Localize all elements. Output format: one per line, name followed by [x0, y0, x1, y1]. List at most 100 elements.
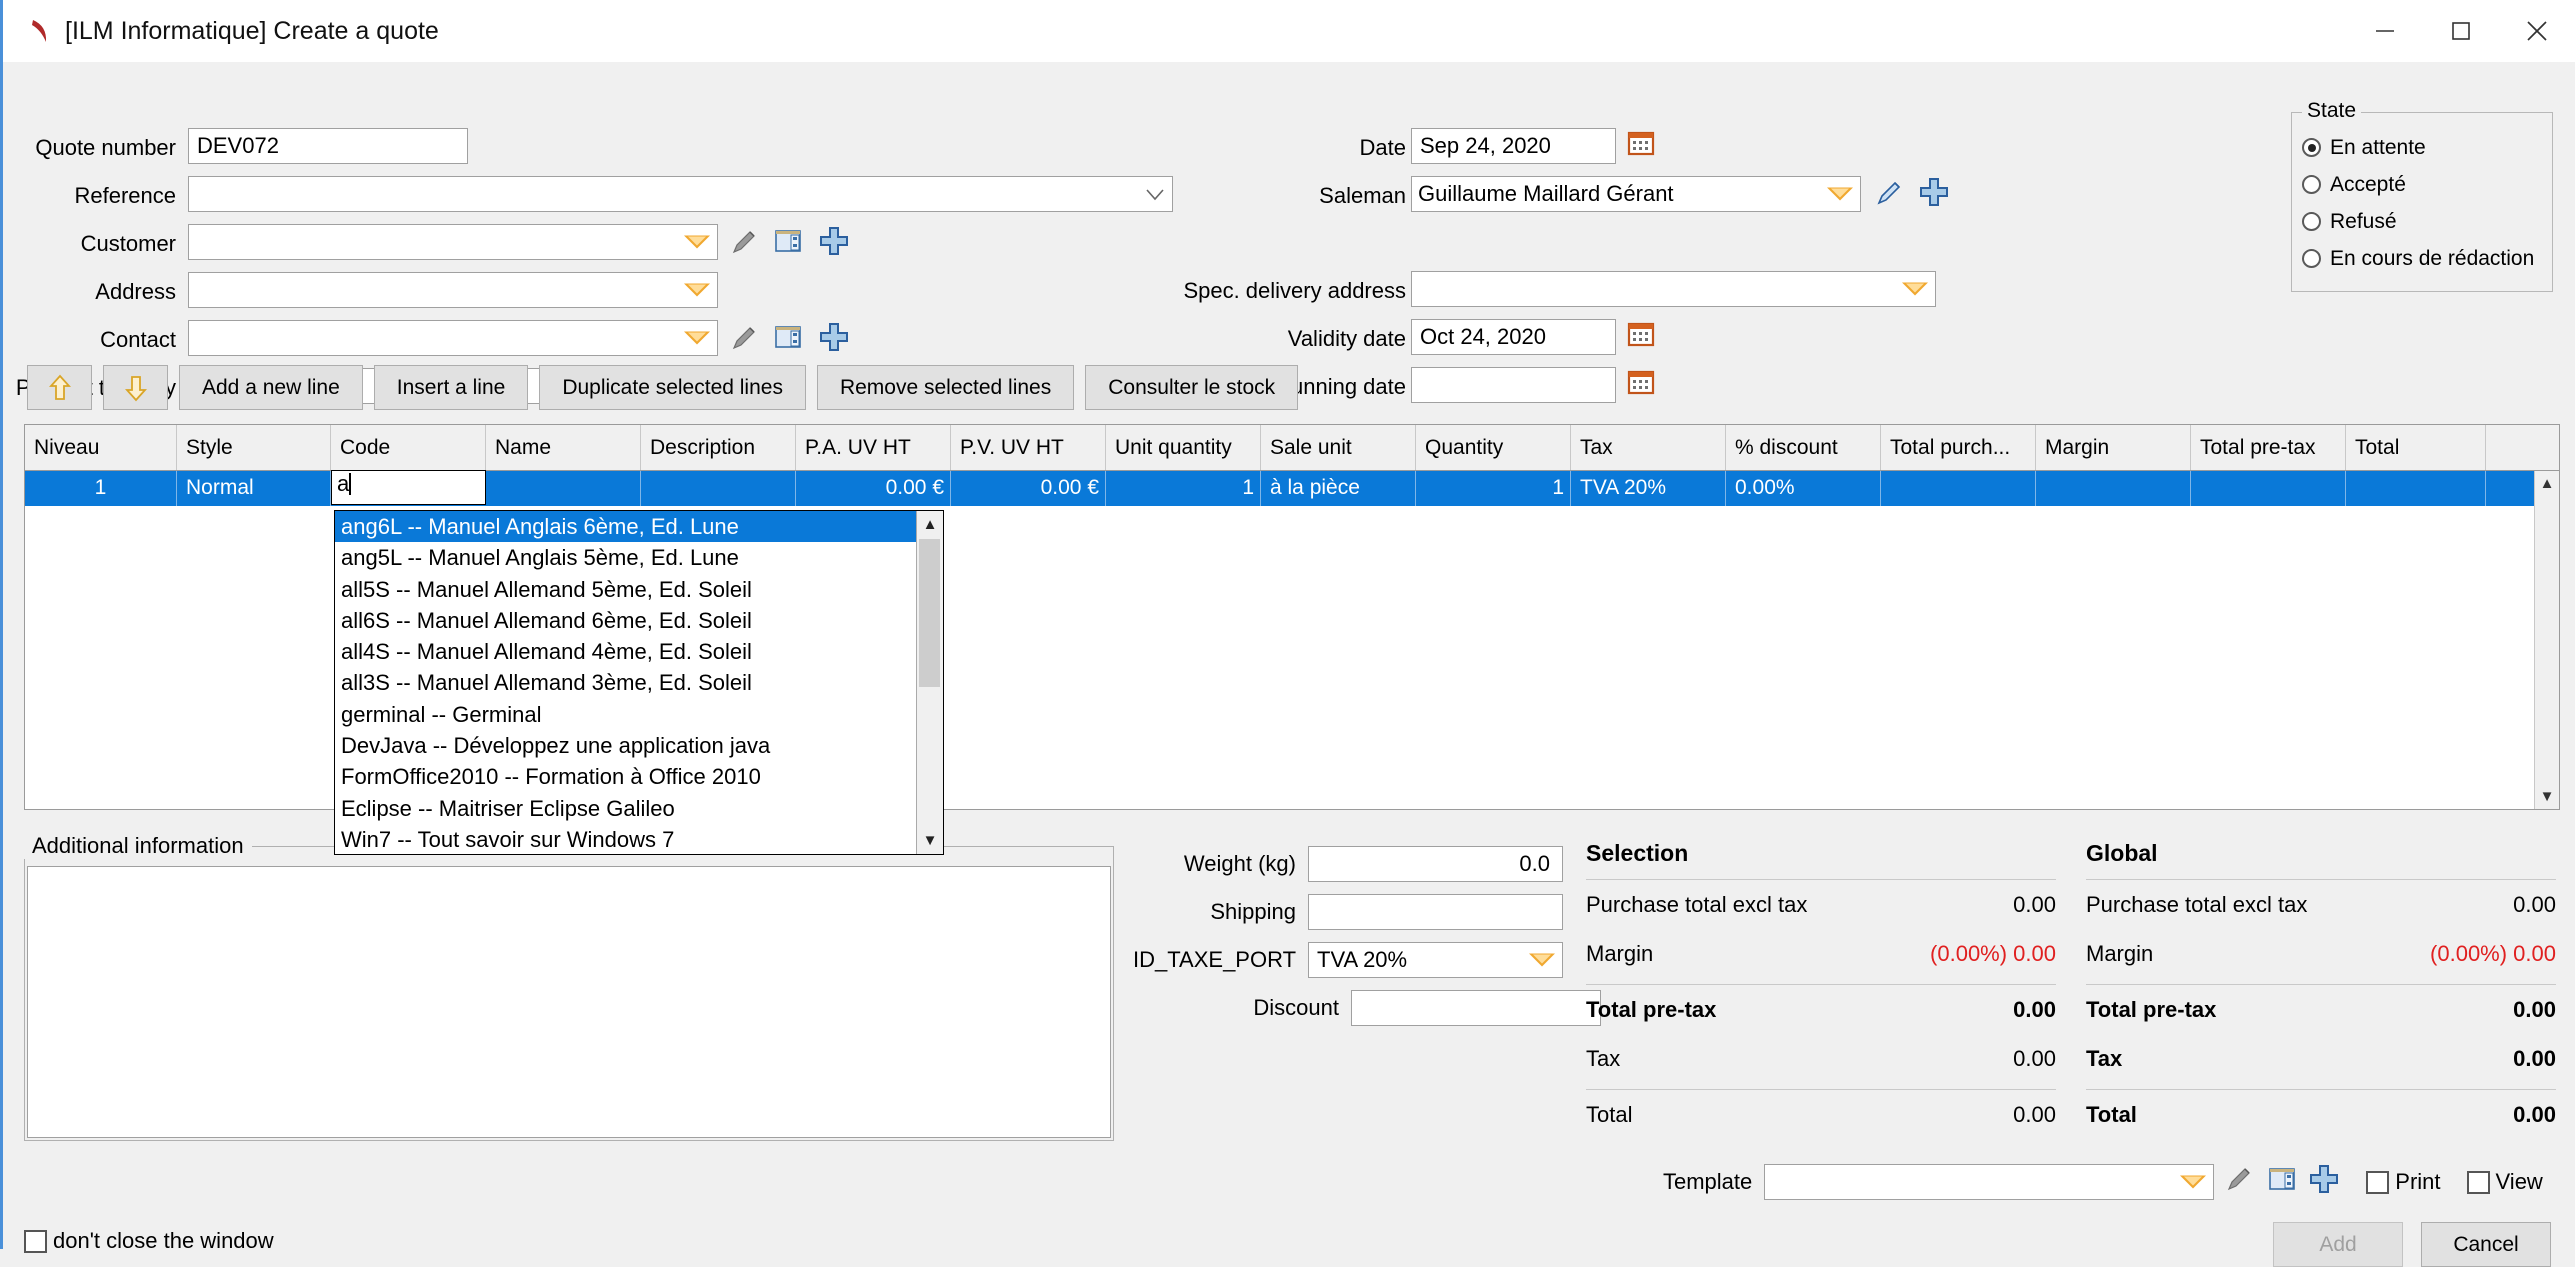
id-taxe-port-input[interactable]: TVA 20%	[1308, 942, 1563, 978]
saleman-edit-pencil-icon[interactable]	[1874, 178, 1904, 214]
customer-add-plus-icon[interactable]	[818, 225, 850, 263]
address-input[interactable]	[188, 272, 718, 308]
saleman-input[interactable]: Guillaume Maillard Gérant	[1411, 176, 1861, 212]
cell-pv-uv-ht[interactable]: 0.00 €	[951, 471, 1106, 506]
weight-input[interactable]: 0.0	[1308, 846, 1563, 882]
spec-delivery-address-input[interactable]	[1411, 271, 1936, 307]
cell-unit-quantity[interactable]: 1	[1106, 471, 1261, 506]
list-item[interactable]: Win7 -- Tout savoir sur Windows 7	[335, 824, 943, 854]
cell-total-pretax[interactable]	[2191, 471, 2346, 506]
contact-edit-pencil-icon[interactable]	[729, 323, 759, 359]
code-autocomplete-dropdown[interactable]: ang6L -- Manuel Anglais 6ème, Ed. Lune a…	[334, 510, 944, 855]
add-a-new-line-button[interactable]: Add a new line	[179, 365, 363, 410]
list-item[interactable]: all5S -- Manuel Allemand 5ème, Ed. Solei…	[335, 574, 943, 605]
date-input[interactable]: Sep 24, 2020	[1411, 128, 1616, 164]
additional-information-textarea[interactable]	[27, 866, 1111, 1138]
chevron-down-icon[interactable]	[1146, 189, 1164, 201]
contact-add-plus-icon[interactable]	[818, 321, 850, 359]
customer-detail-card-icon[interactable]	[774, 227, 802, 261]
dropdown-scrollbar[interactable]: ▲ ▼	[916, 511, 943, 854]
cell-sale-unit[interactable]: à la pièce	[1261, 471, 1416, 506]
cell-description[interactable]	[641, 471, 796, 506]
radio-icon[interactable]	[2302, 212, 2321, 231]
dunning-date-input[interactable]	[1411, 367, 1616, 403]
cell-style[interactable]: Normal	[177, 471, 331, 506]
cell-pa-uv-ht[interactable]: 0.00 €	[796, 471, 951, 506]
scroll-down-icon[interactable]: ▼	[917, 827, 943, 854]
state-option-accepte[interactable]: Accepté	[2302, 166, 2552, 203]
grid-col-total-purchase[interactable]: Total purch...	[1881, 425, 2036, 470]
print-checkbox[interactable]: Print	[2366, 1169, 2441, 1195]
cancel-button[interactable]: Cancel	[2421, 1222, 2551, 1267]
validity-date-input[interactable]: Oct 24, 2020	[1411, 319, 1616, 355]
contact-detail-card-icon[interactable]	[774, 323, 802, 357]
table-row[interactable]: 1 Normal a 0.00 € 0.00 € 1 à la pièce 1 …	[25, 470, 2559, 506]
list-item[interactable]: ang6L -- Manuel Anglais 6ème, Ed. Lune	[335, 511, 943, 543]
duplicate-selected-lines-button[interactable]: Duplicate selected lines	[539, 365, 806, 410]
grid-col-pa-uv-ht[interactable]: P.A. UV HT	[796, 425, 951, 470]
maximize-icon[interactable]	[2423, 0, 2499, 62]
checkbox-icon[interactable]	[2466, 1170, 2490, 1194]
customer-edit-pencil-icon[interactable]	[729, 227, 759, 263]
date-calendar-icon[interactable]	[1626, 128, 1656, 164]
scroll-up-icon[interactable]: ▲	[917, 511, 943, 538]
list-item[interactable]: ang5L -- Manuel Anglais 5ème, Ed. Lune	[335, 542, 943, 573]
grid-col-quantity[interactable]: Quantity	[1416, 425, 1571, 470]
consulter-le-stock-button[interactable]: Consulter le stock	[1085, 365, 1299, 410]
dunning-date-calendar-icon[interactable]	[1626, 367, 1656, 403]
state-option-en-attente[interactable]: En attente	[2302, 129, 2552, 166]
grid-col-tax[interactable]: Tax	[1571, 425, 1726, 470]
list-item[interactable]: Eclipse -- Maitriser Eclipse Galileo	[335, 793, 943, 824]
minimize-icon[interactable]	[2347, 0, 2423, 62]
list-item[interactable]: FormOffice2010 -- Formation à Office 201…	[335, 761, 943, 792]
grid-col-margin[interactable]: Margin	[2036, 425, 2191, 470]
grid-col-discount[interactable]: % discount	[1726, 425, 1881, 470]
cell-name[interactable]	[486, 471, 641, 506]
radio-icon[interactable]	[2302, 175, 2321, 194]
remove-selected-lines-button[interactable]: Remove selected lines	[816, 365, 1075, 410]
dropdown-caret-icon[interactable]	[1902, 282, 1928, 296]
close-icon[interactable]	[2499, 0, 2575, 62]
radio-icon[interactable]	[2302, 138, 2321, 157]
grid-vertical-scrollbar[interactable]: ▲ ▼	[2534, 471, 2559, 809]
cell-discount[interactable]: 0.00%	[1726, 471, 1881, 506]
list-item[interactable]: all4S -- Manuel Allemand 4ème, Ed. Solei…	[335, 636, 943, 667]
list-item[interactable]: germinal -- Germinal	[335, 699, 943, 730]
move-line-up-button[interactable]	[27, 365, 92, 410]
dropdown-caret-icon[interactable]	[684, 235, 710, 249]
cell-niveau[interactable]: 1	[25, 471, 177, 506]
scrollbar-thumb[interactable]	[919, 539, 940, 687]
add-button[interactable]: Add	[2273, 1222, 2403, 1267]
grid-col-total[interactable]: Total	[2346, 425, 2486, 470]
template-edit-pencil-icon[interactable]	[2224, 1164, 2254, 1200]
dropdown-caret-icon[interactable]	[1529, 953, 1555, 967]
scroll-down-icon[interactable]: ▼	[2535, 784, 2559, 809]
dropdown-caret-icon[interactable]	[1827, 187, 1853, 201]
dropdown-caret-icon[interactable]	[684, 331, 710, 345]
dont-close-window-checkbox[interactable]: don't close the window	[24, 1228, 274, 1254]
move-line-down-button[interactable]	[103, 365, 168, 410]
state-option-refuse[interactable]: Refusé	[2302, 203, 2552, 240]
grid-col-code[interactable]: Code	[331, 425, 486, 470]
radio-icon[interactable]	[2302, 249, 2321, 268]
cell-margin[interactable]	[2036, 471, 2191, 506]
reference-input[interactable]	[188, 176, 1173, 212]
grid-col-style[interactable]: Style	[177, 425, 331, 470]
shipping-input[interactable]	[1308, 894, 1563, 930]
dropdown-caret-icon[interactable]	[2180, 1175, 2207, 1189]
template-input[interactable]	[1764, 1164, 2215, 1200]
cell-code-editor[interactable]: a	[331, 470, 486, 505]
cell-tax[interactable]: TVA 20%	[1571, 471, 1726, 506]
list-item[interactable]: all6S -- Manuel Allemand 6ème, Ed. Solei…	[335, 605, 943, 636]
checkbox-icon[interactable]	[24, 1229, 47, 1253]
grid-col-description[interactable]: Description	[641, 425, 796, 470]
insert-a-line-button[interactable]: Insert a line	[373, 365, 529, 410]
state-option-en-cours-de-redaction[interactable]: En cours de rédaction	[2302, 240, 2552, 277]
view-checkbox[interactable]: View	[2466, 1169, 2543, 1195]
dropdown-caret-icon[interactable]	[684, 283, 710, 297]
cell-total-purchase[interactable]	[1881, 471, 2036, 506]
cell-total[interactable]	[2346, 471, 2486, 506]
discount-input[interactable]	[1351, 990, 1601, 1026]
customer-input[interactable]	[188, 224, 718, 260]
validity-date-calendar-icon[interactable]	[1626, 319, 1656, 355]
